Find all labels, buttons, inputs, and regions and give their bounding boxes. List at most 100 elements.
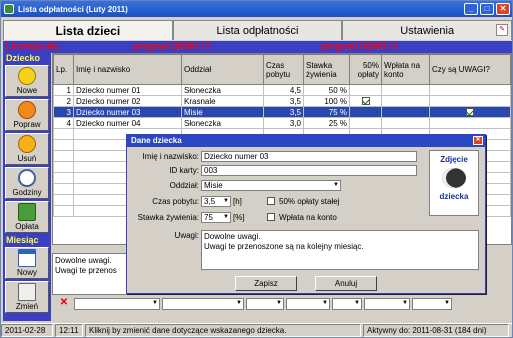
id-label: ID karty: [169, 166, 199, 175]
child-photo-button[interactable]: Zdjęcie dziecka [429, 150, 479, 216]
new-child-button[interactable]: Nowe [5, 65, 49, 97]
edit-child-label: Popraw [13, 120, 41, 129]
check-icon [466, 108, 474, 117]
half-fee-label: 50% opłaty stałej [279, 197, 340, 206]
filter-rate[interactable] [286, 298, 330, 310]
table-row[interactable]: 1 Dziecko numer 01 Słoneczka 4,5 50 % [53, 84, 511, 96]
cell-half [349, 95, 382, 107]
cell-rate: 75 % [303, 106, 350, 118]
cell-group: Słoneczka [181, 84, 264, 96]
tab-settings-icon: ✎ [496, 24, 509, 36]
col-group[interactable]: Oddział [181, 54, 264, 85]
license-label: Licencja dla: [6, 41, 61, 51]
cell-notes [429, 95, 511, 107]
empty-cell [53, 172, 74, 184]
cell-name: Dziecko numer 01 [73, 84, 182, 96]
status-bar: 2011-02-28 12:11 Kliknij by zmienić dane… [1, 323, 512, 338]
cell-rate: 100 % [303, 95, 350, 107]
rate-label: Stawka żywienia: [137, 213, 199, 222]
filter-name[interactable] [74, 298, 160, 310]
cell-transfer [381, 106, 430, 118]
cell-transfer [381, 95, 430, 107]
cell-group: Misie [181, 106, 264, 118]
notes-line-2: Uwagi te przenoszone są na kolejny miesi… [204, 242, 364, 251]
col-transfer[interactable]: Wpłata na konto [381, 54, 430, 85]
dialog-close-icon[interactable]: ✕ [473, 136, 483, 145]
empty-cell [53, 150, 74, 162]
smile-icon [18, 67, 36, 85]
cell-transfer [381, 84, 430, 96]
cell-time: 3,5 [263, 106, 304, 118]
tab-lista-dzieci[interactable]: Lista dzieci [3, 20, 173, 40]
money-icon [18, 203, 36, 221]
col-name[interactable]: Imię i nazwisko [73, 54, 182, 85]
empty-cell [53, 205, 74, 217]
cell-group: Słoneczka [181, 117, 264, 129]
col-rate[interactable]: Stawka żywienia [303, 54, 350, 85]
tab-bar: Lista dzieci Lista odpłatności Ustawieni… [3, 20, 513, 40]
window-title: Lista odpłatności (Luty 2011) [18, 4, 128, 14]
filter-time[interactable] [246, 298, 284, 310]
half-fee-checkbox[interactable] [267, 197, 275, 205]
sidebar-section-dziecko: Dziecko [6, 53, 41, 63]
frown-icon [18, 101, 36, 119]
cell-name: Dziecko numer 04 [73, 117, 182, 129]
save-button[interactable]: Zapisz [235, 276, 297, 291]
cell-half [349, 84, 382, 96]
col-lp[interactable]: Lp. [53, 54, 74, 85]
tab-ustawienia[interactable]: Ustawienia ✎ [342, 20, 513, 40]
filter-group[interactable] [162, 298, 244, 310]
hours-label: Godziny [12, 188, 42, 197]
col-time[interactable]: Czas pobytu [263, 54, 304, 85]
maximize-button[interactable]: □ [480, 3, 494, 15]
cancel-button[interactable]: Anuluj [315, 276, 377, 291]
clear-filter-icon[interactable]: ✕ [58, 298, 70, 310]
empty-cell [53, 139, 74, 151]
time-select[interactable]: 3,5 [201, 196, 231, 207]
edit-child-button[interactable]: Popraw [5, 99, 49, 131]
cell-half [349, 117, 382, 129]
minimize-button[interactable]: _ [464, 3, 478, 15]
license-bar: Licencja dla: program DEMO !!! program D… [3, 41, 512, 53]
empty-cell [53, 161, 74, 173]
tab-lista-odplatnosci[interactable]: Lista odpłatności [172, 20, 343, 40]
id-field[interactable]: 003 [201, 165, 417, 176]
window-controls: _ □ ✕ [464, 3, 510, 15]
filter-half[interactable] [332, 298, 362, 310]
time-unit: [h] [233, 197, 242, 206]
payment-button[interactable]: Opłata [5, 201, 49, 233]
transfer-checkbox[interactable] [267, 213, 275, 221]
group-select[interactable]: Misie [201, 180, 341, 191]
change-month-button[interactable]: Zmień [5, 281, 49, 313]
rate-select[interactable]: 75 [201, 212, 231, 223]
edit-icon [18, 283, 36, 301]
col-half[interactable]: 50% opłaty [349, 54, 382, 85]
delete-child-label: Usuń [17, 154, 37, 163]
notes-label: Uwagi: [174, 231, 199, 240]
sheep-icon [442, 168, 466, 188]
filter-transfer[interactable] [364, 298, 410, 310]
app-icon [4, 4, 14, 14]
cell-time: 4,5 [263, 84, 304, 96]
cell-group: Krasnale [181, 95, 264, 107]
cell-notes [429, 117, 511, 129]
close-button[interactable]: ✕ [496, 3, 510, 15]
delete-child-button[interactable]: Usuń [5, 133, 49, 165]
cell-time: 3,0 [263, 117, 304, 129]
new-month-button[interactable]: Nowy [5, 247, 49, 279]
clock-icon [18, 169, 36, 187]
filter-notes[interactable] [412, 298, 452, 310]
notes-field[interactable]: Dowolne uwagi. Uwagi te przenoszone są n… [201, 230, 479, 270]
status-time: 12:11 [55, 324, 83, 337]
hours-button[interactable]: Godziny [5, 167, 49, 199]
table-row[interactable]: 4 Dziecko numer 04 Słoneczka 3,0 25 % [53, 117, 511, 129]
calendar-icon [18, 249, 36, 267]
table-row[interactable]: 3 Dziecko numer 03 Misie 3,5 75 % [53, 106, 511, 118]
table-row[interactable]: 2 Dziecko numer 02 Krasnale 3,5 100 % [53, 95, 511, 107]
sidebar-section-miesiac: Miesiąc [6, 235, 39, 245]
cell-time: 3,5 [263, 95, 304, 107]
col-notes[interactable]: Czy są UWAGI? [429, 54, 511, 85]
name-field[interactable]: Dziecko numer 03 [201, 151, 417, 162]
cell-lp: 4 [53, 117, 74, 129]
new-child-label: Nowe [16, 86, 38, 95]
